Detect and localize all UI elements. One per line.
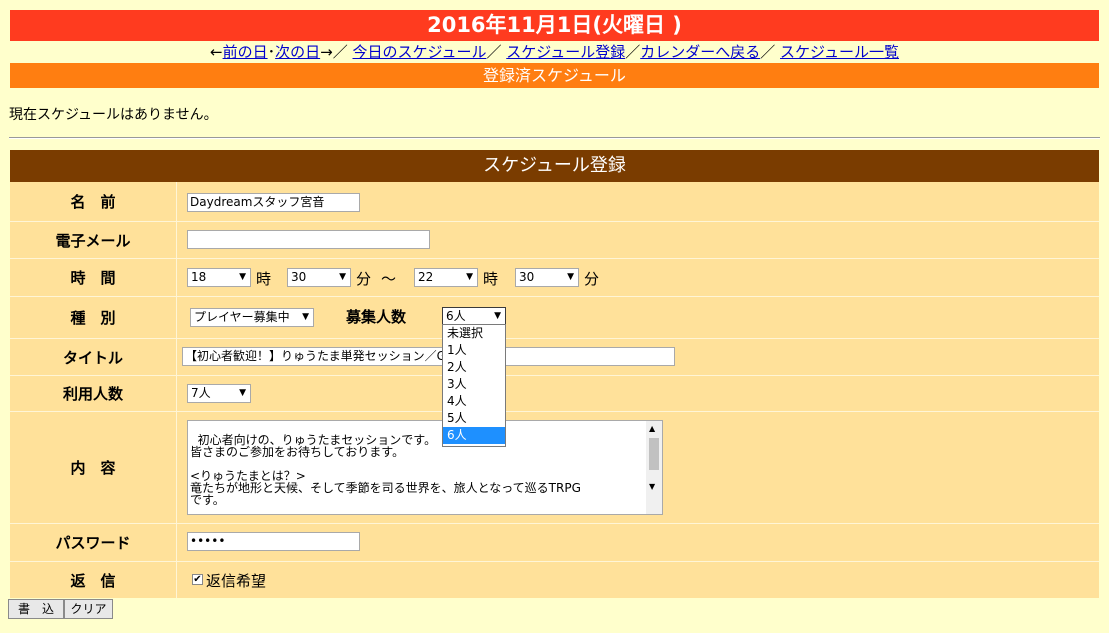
- name-label: 名 前: [10, 182, 177, 221]
- chevron-down-icon: ▼: [494, 311, 501, 321]
- back-to-calendar-link[interactable]: カレンダーへ戻る: [640, 43, 760, 61]
- type-label: 種 別: [10, 297, 177, 338]
- chevron-down-icon: ▼: [239, 388, 246, 398]
- dropdown-option[interactable]: 5人: [443, 410, 505, 427]
- type-value: プレイヤー募集中: [194, 310, 290, 324]
- reply-checkbox[interactable]: ✔: [192, 574, 203, 585]
- name-field[interactable]: Daydreamスタッフ宮音: [187, 193, 360, 212]
- divider: [9, 137, 1100, 139]
- users-label: 利用人数: [10, 376, 177, 411]
- title-label: タイトル: [10, 339, 177, 375]
- end-hour-value: 22: [418, 270, 434, 284]
- name-row: 名 前 Daydreamスタッフ宮音: [10, 182, 1099, 222]
- chevron-down-icon: ▼: [239, 272, 246, 282]
- schedule-register-link[interactable]: スケジュール登録: [506, 43, 625, 61]
- scroll-up-icon[interactable]: ▲: [649, 423, 655, 435]
- end-minute-select[interactable]: 30 ▼: [515, 268, 579, 287]
- clear-button[interactable]: クリア: [64, 599, 113, 619]
- start-minute-value: 30: [291, 270, 307, 284]
- reply-checkbox-label: 返信希望: [206, 572, 267, 590]
- prev-day-link[interactable]: 前の日: [223, 43, 268, 61]
- navigation-links: ←前の日･次の日→／ 今日のスケジュール／ スケジュール登録／カレンダーへ戻る／…: [0, 42, 1109, 62]
- dropdown-option[interactable]: 2人: [443, 359, 505, 376]
- hour-unit: 時: [483, 270, 499, 288]
- title-row: タイトル 【初心者歓迎！】りゅうたま単発セッション／G: [10, 339, 1099, 376]
- schedule-list-link[interactable]: スケジュール一覧: [780, 43, 899, 61]
- start-hour-select[interactable]: 18 ▼: [187, 268, 251, 287]
- dropdown-option-selected[interactable]: 6人: [443, 427, 505, 444]
- today-schedule-link[interactable]: 今日のスケジュール: [353, 43, 487, 61]
- recruit-label: 募集人数: [346, 308, 407, 326]
- content-scrollbar[interactable]: ▲ ▼: [646, 421, 662, 514]
- type-select[interactable]: プレイヤー募集中 ▼: [190, 308, 314, 327]
- dropdown-option[interactable]: 3人: [443, 376, 505, 393]
- users-row: 利用人数 7人 ▼: [10, 376, 1099, 412]
- schedule-form: 名 前 Daydreamスタッフ宮音 電子メール 時 間 18 ▼ 時 30 ▼ 分…: [10, 182, 1099, 598]
- chevron-down-icon: ▼: [567, 272, 574, 282]
- dropdown-option[interactable]: 4人: [443, 393, 505, 410]
- password-field[interactable]: •••••: [187, 532, 360, 551]
- users-select[interactable]: 7人 ▼: [187, 384, 251, 403]
- minute-unit: 分: [356, 270, 372, 288]
- prev-arrow: ←: [210, 43, 223, 61]
- chevron-down-icon: ▼: [466, 272, 473, 282]
- date-title: 2016年11月1日(火曜日 ): [10, 10, 1099, 41]
- range-tilde: ～: [381, 270, 397, 288]
- submit-button[interactable]: 書 込: [8, 599, 64, 619]
- next-day-link[interactable]: 次の日: [275, 43, 320, 61]
- scroll-down-icon[interactable]: ▼: [649, 481, 655, 493]
- nav-dot: ･: [267, 43, 276, 61]
- form-title: スケジュール登録: [10, 150, 1099, 182]
- recruit-count-value: 6人: [446, 309, 466, 323]
- nav-separator: ／: [486, 43, 502, 61]
- type-row: 種 別 プレイヤー募集中 ▼ 募集人数 6人 ▼: [10, 297, 1099, 339]
- title-field[interactable]: 【初心者歓迎！】りゅうたま単発セッション／G: [182, 347, 675, 366]
- nav-separator: ／: [760, 43, 776, 61]
- start-minute-select[interactable]: 30 ▼: [287, 268, 351, 287]
- end-hour-select[interactable]: 22 ▼: [414, 268, 478, 287]
- email-label: 電子メール: [10, 222, 177, 258]
- hour-unit: 時: [256, 270, 272, 288]
- recruit-count-dropdown[interactable]: 未選択 1人 2人 3人 4人 5人 6人: [442, 324, 506, 447]
- time-row: 時 間 18 ▼ 時 30 ▼ 分 ～ 22 ▼ 時 30 ▼ 分: [10, 259, 1099, 297]
- nav-separator: ／: [625, 43, 641, 61]
- minute-unit: 分: [584, 270, 600, 288]
- end-minute-value: 30: [519, 270, 535, 284]
- chevron-down-icon: ▼: [339, 272, 346, 282]
- registered-schedule-title: 登録済スケジュール: [10, 63, 1099, 88]
- reply-label: 返 信: [10, 562, 177, 598]
- content-label: 内 容: [10, 412, 177, 523]
- content-text: 初心者向けの、りゅうたまセッションです。 皆さまのご参加をお待ちしております。 …: [190, 433, 581, 507]
- time-label: 時 間: [10, 259, 177, 296]
- nav-separator: ／: [332, 43, 348, 61]
- scroll-thumb[interactable]: [649, 438, 659, 470]
- start-hour-value: 18: [191, 270, 207, 284]
- next-arrow: →: [320, 43, 333, 61]
- password-label: パスワード: [10, 524, 177, 561]
- email-field[interactable]: [187, 230, 430, 249]
- dropdown-option[interactable]: 1人: [443, 342, 505, 359]
- users-value: 7人: [191, 386, 211, 400]
- empty-schedule-message: 現在スケジュールはありません。: [9, 107, 218, 123]
- reply-row: 返 信 ✔ 返信希望: [10, 562, 1099, 598]
- email-row: 電子メール: [10, 222, 1099, 259]
- password-row: パスワード •••••: [10, 524, 1099, 562]
- chevron-down-icon: ▼: [302, 312, 309, 322]
- content-textarea[interactable]: 初心者向けの、りゅうたまセッションです。 皆さまのご参加をお待ちしております。 …: [187, 420, 663, 515]
- dropdown-option[interactable]: 未選択: [443, 325, 505, 342]
